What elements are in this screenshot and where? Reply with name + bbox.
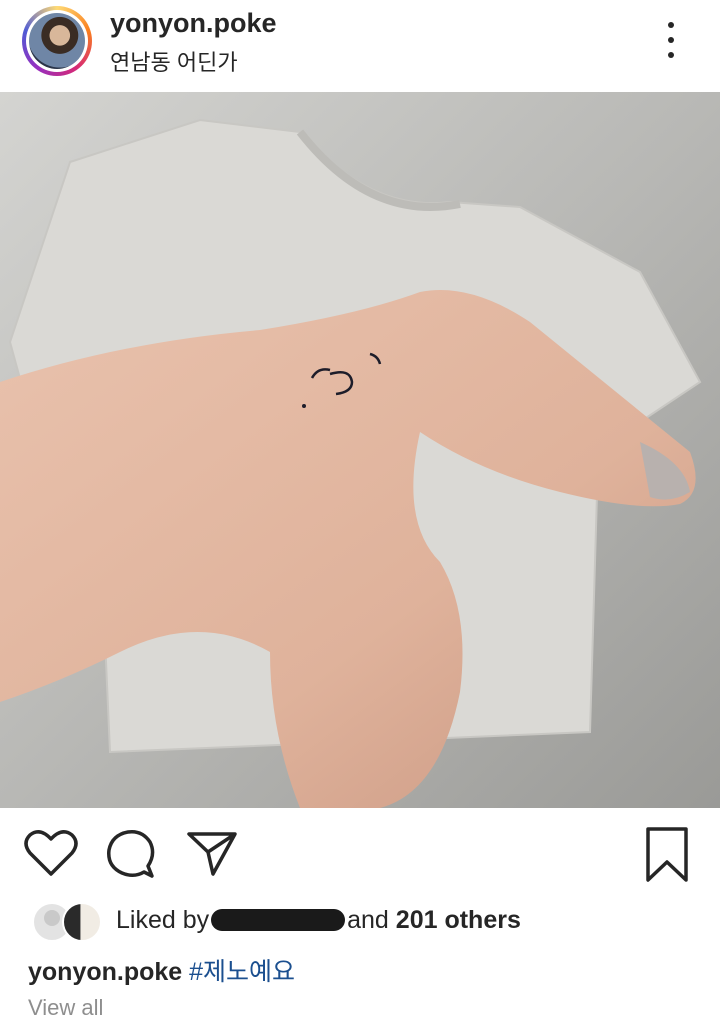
redacted-username (211, 909, 346, 931)
caption: yonyon.poke #제노예요 (28, 952, 295, 988)
comment-icon[interactable] (104, 828, 158, 880)
post-image[interactable] (0, 92, 720, 808)
post-location[interactable]: 연남동 어딘가 (110, 45, 238, 77)
profile-avatar[interactable] (22, 6, 92, 76)
view-all-comments[interactable]: View all (28, 995, 103, 1021)
likes-count[interactable]: 201 others (396, 906, 521, 934)
post-username[interactable]: yonyon.poke (110, 8, 277, 39)
post-photo-illustration (0, 92, 720, 808)
caption-hashtag[interactable]: #제노예요 (189, 958, 295, 986)
likes-prefix: Liked by (116, 906, 210, 934)
liker-avatar (62, 902, 102, 942)
caption-username[interactable]: yonyon.poke (28, 958, 182, 986)
heart-icon[interactable] (24, 828, 78, 878)
likes-text[interactable]: Liked by and 201 others (116, 906, 521, 935)
bookmark-icon[interactable] (644, 826, 690, 884)
paper-plane-icon[interactable] (186, 830, 238, 878)
action-bar (0, 808, 720, 898)
likes-row[interactable]: Liked by and 201 others (0, 898, 720, 948)
likes-middle: and (347, 906, 389, 934)
more-options-icon[interactable] (656, 18, 686, 62)
post-header: yonyon.poke 연남동 어딘가 (0, 0, 720, 92)
